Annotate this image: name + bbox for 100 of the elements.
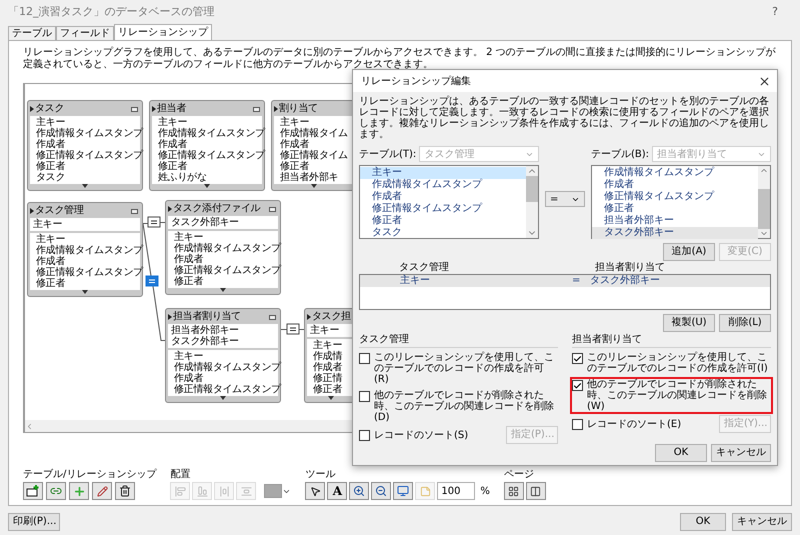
field-name: 作成者 (157, 139, 188, 150)
field-name: 修正者 (312, 384, 344, 395)
checkbox[interactable] (572, 380, 583, 391)
scroll-down-icon[interactable] (759, 229, 769, 238)
zoom-in-button[interactable] (349, 482, 370, 500)
field-name: 主キー (279, 117, 310, 128)
edit-button[interactable] (92, 482, 112, 500)
expand-arrow-icon[interactable] (168, 206, 172, 212)
scrollbar[interactable] (758, 166, 770, 238)
field-list-item[interactable]: タスク (360, 227, 526, 239)
view-button[interactable] (393, 482, 414, 500)
columns-icon (530, 486, 542, 496)
add-table-button[interactable] (23, 482, 43, 500)
expand-arrow-icon[interactable] (307, 314, 311, 320)
field-list-item[interactable]: タスク外部キー (592, 227, 758, 239)
collapse-icon[interactable] (253, 106, 260, 112)
field-list-item[interactable]: 修正者 (360, 215, 526, 227)
help-button[interactable]: ? (772, 4, 778, 20)
field-name: 修正者 (279, 161, 310, 172)
section-header: 担当者割り当て (572, 334, 771, 348)
expand-arrow-icon[interactable] (274, 106, 278, 112)
table-node[interactable]: 担当者 主キー 作成情報タイムスタンプ 作成者 修正情報タイムスタンプ 修正者 姓ふりがな (149, 100, 265, 191)
key-field: タスク外部キー (168, 217, 278, 228)
scroll-up-icon[interactable] (759, 166, 769, 175)
field-list-item[interactable]: 作成者 (360, 191, 526, 203)
field-list-item[interactable]: 修正情報タイムスタンプ (592, 191, 758, 203)
checkbox[interactable] (359, 391, 370, 402)
cancel-button[interactable]: キャンセル (732, 513, 792, 531)
tab[interactable]: フィールド (56, 26, 114, 40)
field-list-item[interactable]: 修正情報タイムスタンプ (360, 203, 526, 215)
check-icon (573, 354, 582, 364)
table-node[interactable]: 割り当て 主キー 作成情報タイム 作成者 修正情報タイム 修正者 担当者外部キ (271, 100, 354, 191)
collapse-icon[interactable] (131, 208, 138, 214)
ok-button[interactable]: OK (655, 444, 707, 462)
toolbar-group-label: ページ (504, 469, 535, 481)
trash-icon (119, 485, 131, 497)
checkbox[interactable] (572, 419, 583, 430)
key-field: 主キー (30, 219, 140, 230)
add-relationship-button[interactable] (46, 482, 66, 500)
table-name: タスク管理 (35, 205, 84, 217)
field-list-item[interactable]: 主キー (360, 167, 526, 179)
add-button[interactable]: 追加(A) (663, 243, 715, 261)
ok-button[interactable]: OK (680, 513, 726, 531)
field-list-item[interactable]: 作成者 (592, 179, 758, 191)
checkbox[interactable] (359, 353, 370, 364)
pair-left-field: 主キー (360, 275, 572, 287)
field-pair-row[interactable]: 主キー = タスク外部キー (360, 275, 770, 287)
tab[interactable]: リレーションシップ (114, 24, 212, 40)
link-icon (50, 485, 62, 497)
duplicate-button[interactable]: 複製(U) (663, 314, 715, 332)
field-list-item[interactable]: 作成情報タイムスタンプ (360, 179, 526, 191)
scrollbar[interactable] (526, 166, 538, 238)
expand-arrow-icon[interactable] (152, 106, 156, 112)
tab[interactable]: テーブル (8, 26, 56, 40)
table-label: テーブル(T): (359, 148, 416, 162)
print-button[interactable]: 印刷(P)... (8, 513, 60, 531)
pair-operator: = (572, 275, 582, 287)
table-node[interactable]: タスク 主キー 作成情報タイムスタンプ 作成者 修正情報タイムスタンプ 修正者 タスク (27, 100, 143, 191)
page-grid-button[interactable] (504, 482, 524, 500)
close-icon[interactable] (758, 74, 771, 88)
field-list-item[interactable]: 作成情報タイムスタンプ (592, 167, 758, 179)
table-name: 割り当て (279, 103, 318, 115)
zoom-out-button[interactable] (371, 482, 392, 500)
field-list-item[interactable]: 修正者 (592, 203, 758, 215)
collapse-icon[interactable] (131, 106, 138, 112)
field-name: 主キー (157, 117, 188, 128)
table-node[interactable]: 担当者割り当て 担当者外部キー タスク外部キー 主キー 作成情報タイムスタンプ 作成者 修正情報タイムスタンプ (165, 308, 281, 403)
zoom-field[interactable]: 100 (437, 482, 476, 500)
table-node[interactable]: タスク添付ファイル タスク外部キー 主キー 作成情報タイムスタンプ 作成者 修正情報タイムスタンプ 修正者 (165, 200, 281, 295)
expand-arrow-icon[interactable] (168, 314, 172, 320)
field-name: 作成情 (312, 351, 344, 362)
expand-arrow-icon[interactable] (30, 106, 34, 112)
page-layout-button[interactable] (526, 482, 546, 500)
field-list-item[interactable]: 担当者外部キー (592, 215, 758, 227)
text-tool-button[interactable]: A (327, 482, 348, 500)
checkbox-label: レコードのソート(S) (374, 430, 468, 440)
pencil-icon (96, 486, 108, 496)
collapse-icon[interactable] (269, 314, 276, 320)
checkbox[interactable] (359, 430, 370, 441)
column-header: タスク管理 (398, 262, 450, 274)
plus-icon (72, 484, 86, 498)
cancel-button[interactable]: キャンセル (711, 444, 771, 462)
operator-dropdown[interactable]: = (545, 191, 585, 207)
duplicate-button[interactable] (69, 482, 89, 500)
field-name: 修正者 (157, 161, 188, 172)
field-name: 作成者 (35, 256, 66, 267)
description-text: リレーションシップグラフを使用して、あるテーブルのデータに別のテーブルからアクセスできます。 2 つのテーブルの間に直接または間接的にリレーションシップが定義されていると、一方のテーブルのフィールドに他方のテーブルからアクセスできます。 (23, 47, 777, 71)
field-name: 主キー (173, 351, 204, 362)
table-node[interactable]: タスク管理 主キー 主キー 作成情報タイムスタンプ 作成者 修正情報タイムスタンプ 修正者 (27, 202, 143, 297)
color-picker[interactable] (264, 484, 292, 498)
pointer-tool-button[interactable] (305, 482, 326, 500)
collapse-icon[interactable] (269, 206, 276, 212)
table-node[interactable]: タスク担 主キー 主キー 作成情 作成者 修正情 修正者 (304, 308, 354, 403)
checkbox[interactable] (572, 353, 583, 364)
field-name: 作成者 (312, 362, 344, 373)
expand-arrow-icon[interactable] (30, 208, 34, 214)
delete-button[interactable]: 削除(L) (719, 314, 771, 332)
field-name: 作成情報タイム (279, 128, 349, 139)
key-field: タスク外部キー (168, 336, 278, 347)
delete-button[interactable] (115, 482, 135, 500)
